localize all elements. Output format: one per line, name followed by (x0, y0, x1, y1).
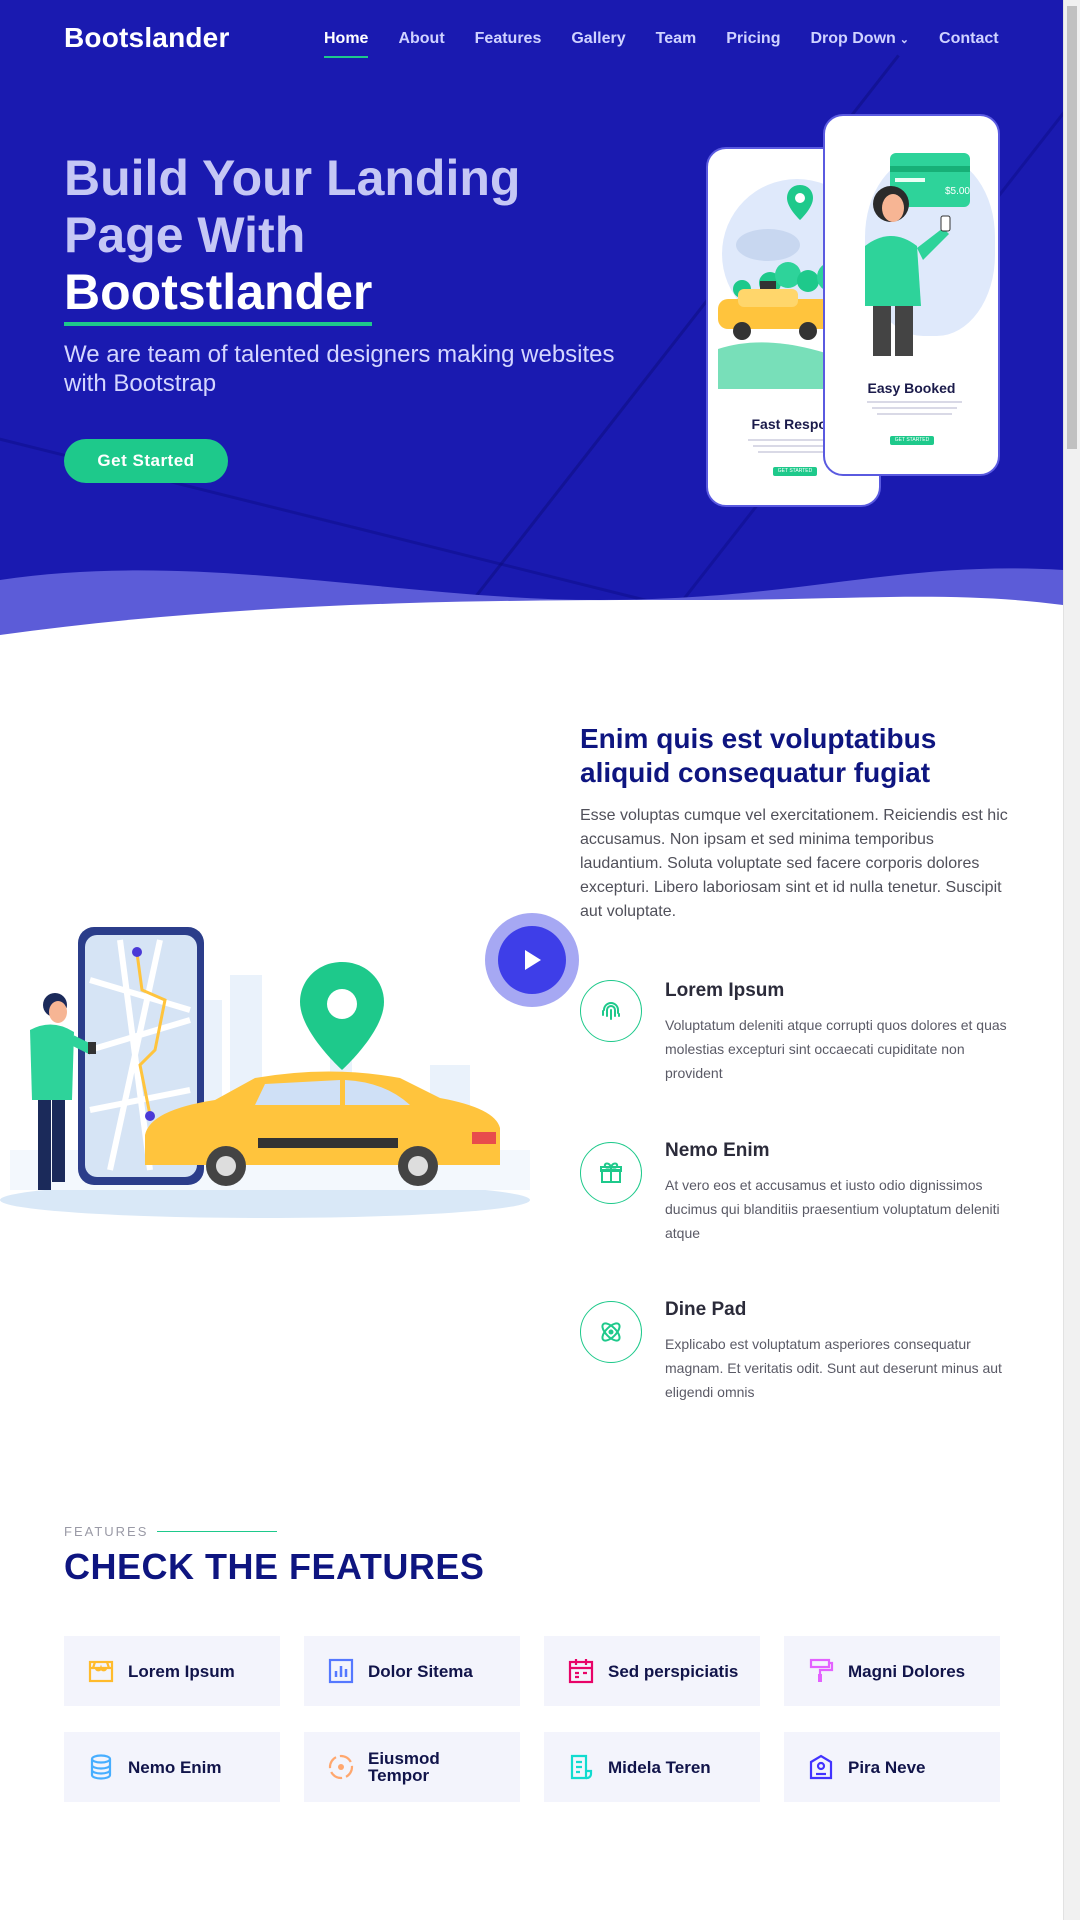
nav-contact[interactable]: Contact (939, 30, 999, 48)
nav-dropdown-label: Drop Down (810, 30, 896, 47)
feature-text: At vero eos et accusamus et iusto odio d… (665, 1177, 1000, 1241)
feature-card-label: Nemo Enim (128, 1757, 222, 1777)
text-line (877, 413, 952, 415)
calendar-icon (566, 1656, 596, 1686)
chevron-down-icon: ⌄ (899, 34, 910, 46)
feature-card[interactable]: Dolor Sitema (304, 1636, 520, 1706)
nav-pricing[interactable]: Pricing (726, 30, 780, 48)
feature-card[interactable]: Lorem Ipsum (64, 1636, 280, 1706)
about-text: Esse voluptas cumque vel exercitationem.… (580, 807, 1008, 920)
feature-card-label: Lorem Ipsum (128, 1661, 235, 1681)
nav-team[interactable]: Team (656, 30, 697, 48)
section-title: CHECK THE FEATURES (64, 1546, 485, 1587)
feature-title: Dine Pad (665, 1299, 747, 1320)
nav-dropdown[interactable]: Drop Down ⌄ (810, 30, 909, 48)
person-booking-illustration (865, 153, 970, 356)
scrollbar-thumb[interactable] (1067, 6, 1077, 449)
section-eyebrow: FEATURES (64, 1524, 149, 1539)
feature-card-label: Sed perspiciatis (608, 1661, 739, 1681)
atom-icon (580, 1301, 642, 1363)
feature-card-label: Pira Neve (848, 1757, 926, 1777)
nav-features[interactable]: Features (475, 30, 542, 48)
phone2-get-started: GET STARTED (890, 436, 934, 445)
phone-mockup-easy-booked: $5.00 Easy Booked GET STARTED (823, 114, 1000, 476)
gradienter-icon (326, 1752, 356, 1782)
database-icon (86, 1752, 116, 1782)
hero-title-line1: Build Your Landing (64, 150, 521, 206)
main-nav: Home About Features Gallery Team Pricing… (324, 30, 999, 58)
get-started-button[interactable]: Get Started (64, 439, 228, 483)
fingerprint-icon (580, 980, 642, 1042)
text-line (872, 407, 957, 409)
feature-card[interactable]: Midela Teren (544, 1732, 760, 1802)
hero-title-line2: Page With (64, 207, 306, 263)
price-label: $5.00 (944, 186, 970, 197)
bar-chart-icon (326, 1656, 356, 1686)
text-line (758, 451, 833, 453)
eyebrow-divider (157, 1531, 277, 1532)
taxi-app-illustration (0, 927, 530, 1218)
feature-card[interactable]: Sed perspiciatis (544, 1636, 760, 1706)
gift-icon (580, 1142, 642, 1204)
feature-card[interactable]: Nemo Enim (64, 1732, 280, 1802)
nav-about[interactable]: About (398, 30, 444, 48)
hero-section: Bootslander Home About Features Gallery … (0, 0, 1063, 640)
feature-card-label: Magni Dolores (848, 1661, 966, 1681)
store-icon (86, 1656, 116, 1686)
nav-home[interactable]: Home (324, 30, 369, 58)
hero-wave (0, 568, 1063, 640)
feature-card[interactable]: Eiusmod Tempor (304, 1732, 520, 1802)
feature-title: Lorem Ipsum (665, 980, 785, 1001)
feature-card-label: Eiusmod Tempor (368, 1749, 440, 1785)
hero-title: Build Your Landing Page With Bootstlande… (64, 150, 624, 326)
brand-logo[interactable]: Bootslander (64, 22, 230, 54)
feature-title: Nemo Enim (665, 1140, 770, 1161)
id-badge-icon (806, 1752, 836, 1782)
phone1-get-started: GET STARTED (773, 467, 817, 476)
text-line (867, 401, 962, 403)
feature-card[interactable]: Pira Neve (784, 1732, 1000, 1802)
file-list-icon (566, 1752, 596, 1782)
feature-card-label: Dolor Sitema (368, 1661, 473, 1681)
phone2-title: Easy Booked (867, 380, 956, 396)
page-scrollbar[interactable] (1063, 0, 1080, 1920)
paint-roller-icon (806, 1656, 836, 1686)
feature-text: Voluptatum deleniti atque corrupti quos … (665, 1017, 1007, 1081)
feature-text: Explicabo est voluptatum asperiores cons… (665, 1336, 1002, 1400)
nav-gallery[interactable]: Gallery (571, 30, 625, 48)
about-title: Enim quis est voluptatibus aliquid conse… (580, 723, 937, 788)
feature-card[interactable]: Magni Dolores (784, 1636, 1000, 1706)
hero-subtitle: We are team of talented designers making… (64, 341, 615, 397)
feature-card-label: Midela Teren (608, 1757, 711, 1777)
play-icon (525, 950, 541, 970)
hero-title-highlight: Bootstlander (64, 264, 373, 326)
